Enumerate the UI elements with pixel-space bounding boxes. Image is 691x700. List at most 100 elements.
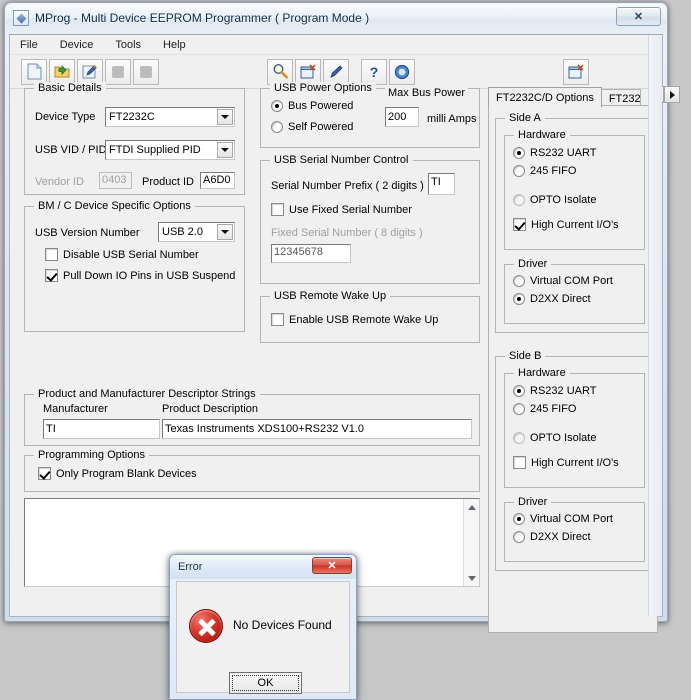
chevron-down-icon[interactable] — [217, 109, 233, 125]
open-folder-icon[interactable] — [49, 58, 75, 85]
bus-powered-radio[interactable]: Bus Powered — [271, 100, 353, 112]
checkbox-box[interactable] — [513, 456, 526, 469]
pulldown-io-checkbox[interactable]: Pull Down IO Pins in USB Suspend — [45, 269, 235, 282]
usb-version-value: USB 2.0 — [162, 226, 203, 238]
manufacturer-field[interactable]: TI — [43, 419, 160, 439]
checkbox-box[interactable] — [45, 248, 58, 261]
radio-dot[interactable] — [271, 121, 283, 133]
disable-usb-serial-checkbox[interactable]: Disable USB Serial Number — [45, 248, 199, 261]
radio-dot[interactable] — [513, 194, 525, 206]
product-description-field[interactable]: Texas Instruments XDS100+RS232 V1.0 — [162, 419, 472, 439]
side-b-opto-radio[interactable]: OPTO Isolate — [513, 432, 596, 444]
descriptor-strings-title: Product and Manufacturer Descriptor Stri… — [34, 388, 260, 400]
product-id-label: Product ID — [142, 176, 194, 188]
side-b-driver-group: Driver Virtual COM Port D2XX Direct — [504, 496, 645, 562]
use-fixed-serial-checkbox[interactable]: Use Fixed Serial Number — [271, 203, 412, 216]
radio-dot[interactable] — [513, 432, 525, 444]
fixed-serial-field[interactable]: 12345678 — [271, 244, 351, 263]
usb-power-options-title: USB Power Options — [270, 82, 376, 94]
usb-vid-pid-select[interactable]: FTDI Supplied PID — [105, 140, 235, 160]
radio-dot[interactable] — [513, 513, 525, 525]
usb-vid-pid-label: USB VID / PID — [35, 144, 107, 156]
error-dialog-close-button[interactable]: ✕ — [312, 557, 352, 574]
checkbox-box[interactable] — [271, 313, 284, 326]
menu-item-tools[interactable]: Tools — [113, 38, 143, 52]
close-button[interactable]: ✕ — [616, 7, 661, 26]
product-id-field[interactable]: A6D0 — [200, 172, 235, 189]
radio-dot[interactable] — [513, 147, 525, 159]
toolbar-group-right — [562, 58, 590, 85]
usb-serial-control-group: USB Serial Number Control Serial Number … — [260, 154, 480, 284]
side-b-rs232-radio[interactable]: RS232 UART — [513, 385, 596, 397]
chevron-down-icon[interactable] — [217, 224, 233, 240]
manufacturer-label: Manufacturer — [43, 403, 108, 415]
side-b-fifo-radio[interactable]: 245 FIFO — [513, 403, 576, 415]
basic-details-group: Basic Details Device Type FT2232C USB VI… — [24, 82, 245, 195]
serial-prefix-field[interactable]: TI — [428, 173, 455, 195]
titlebar[interactable]: MProg - Multi Device EEPROM Programmer (… — [5, 3, 667, 33]
programming-options-group: Programming Options Only Program Blank D… — [24, 449, 480, 492]
checkbox-box[interactable] — [45, 269, 58, 282]
side-b-d2xx-radio[interactable]: D2XX Direct — [513, 531, 591, 543]
vendor-id-field: 0403 — [99, 172, 132, 189]
usb-version-select[interactable]: USB 2.0 — [158, 222, 235, 242]
side-b-hardware-title: Hardware — [514, 367, 570, 379]
tab-next-button[interactable] — [664, 86, 680, 103]
radio-dot[interactable] — [513, 165, 525, 177]
save-disabled-icon — [105, 58, 131, 85]
side-a-high-current-checkbox[interactable]: High Current I/O's — [513, 218, 619, 231]
radio-dot[interactable] — [513, 385, 525, 397]
program-window-icon[interactable] — [295, 58, 321, 85]
usb-remote-wakeup-group: USB Remote Wake Up Enable USB Remote Wak… — [260, 290, 480, 343]
ok-button[interactable]: OK — [229, 672, 302, 694]
scan-magnifier-icon[interactable] — [267, 58, 293, 85]
scroll-down-icon[interactable] — [464, 570, 480, 586]
side-b-driver-title: Driver — [514, 496, 552, 508]
about-info-icon[interactable] — [389, 58, 415, 85]
side-a-opto-radio[interactable]: OPTO Isolate — [513, 194, 596, 206]
menu-item-help[interactable]: Help — [161, 38, 188, 52]
side-a-d2xx-label: D2XX Direct — [530, 293, 591, 305]
log-text — [25, 499, 479, 505]
side-b-high-current-checkbox[interactable]: High Current I/O's — [513, 456, 619, 469]
chevron-down-icon[interactable] — [217, 142, 233, 158]
side-b-hardware-group: Hardware RS232 UART 245 FIFO OPTO Isolat… — [504, 367, 645, 488]
radio-dot[interactable] — [513, 293, 525, 305]
scroll-up-icon[interactable] — [464, 499, 480, 515]
checkbox-box[interactable] — [513, 218, 526, 231]
checkbox-box[interactable] — [38, 467, 51, 480]
edit-pencil-icon[interactable] — [77, 58, 103, 85]
radio-dot[interactable] — [513, 403, 525, 415]
radio-dot[interactable] — [513, 275, 525, 287]
fixed-serial-label: Fixed Serial Number ( 8 digits ) — [271, 227, 423, 239]
side-b-opto-label: OPTO Isolate — [530, 432, 597, 444]
side-a-d2xx-radio[interactable]: D2XX Direct — [513, 293, 591, 305]
new-window-icon[interactable] — [563, 58, 589, 85]
only-blank-devices-checkbox[interactable]: Only Program Blank Devices — [38, 467, 197, 480]
checkbox-box[interactable] — [271, 203, 284, 216]
side-b-vcp-radio[interactable]: Virtual COM Port — [513, 513, 613, 525]
help-question-icon[interactable]: ? — [361, 58, 387, 85]
bm-c-options-title: BM / C Device Specific Options — [34, 200, 195, 212]
radio-dot[interactable] — [271, 100, 283, 112]
device-type-select[interactable]: FT2232C — [105, 107, 235, 127]
error-dialog-titlebar[interactable]: Error ✕ — [170, 555, 356, 579]
side-a-fifo-radio[interactable]: 245 FIFO — [513, 165, 576, 177]
side-a-rs232-radio[interactable]: RS232 UART — [513, 147, 596, 159]
max-bus-power-field[interactable]: 200 — [385, 107, 419, 127]
log-scrollbar[interactable] — [463, 499, 479, 586]
self-powered-radio[interactable]: Self Powered — [271, 121, 353, 133]
window-title: MProg - Multi Device EEPROM Programmer (… — [35, 11, 370, 25]
radio-dot[interactable] — [513, 531, 525, 543]
use-fixed-serial-label: Use Fixed Serial Number — [289, 203, 412, 216]
menu-item-file[interactable]: File — [18, 38, 40, 52]
window-vertical-scrollbar[interactable] — [648, 35, 662, 616]
side-a-vcp-label: Virtual COM Port — [530, 275, 613, 287]
error-dialog-title: Error — [178, 561, 203, 573]
new-file-icon[interactable] — [21, 58, 47, 85]
erase-pencil-icon[interactable] — [323, 58, 349, 85]
side-a-vcp-radio[interactable]: Virtual COM Port — [513, 275, 613, 287]
tab-ft2232cd-options[interactable]: FT2232C/D Options — [488, 87, 602, 107]
menu-item-device[interactable]: Device — [58, 38, 96, 52]
enable-remote-wakeup-checkbox[interactable]: Enable USB Remote Wake Up — [271, 313, 438, 326]
